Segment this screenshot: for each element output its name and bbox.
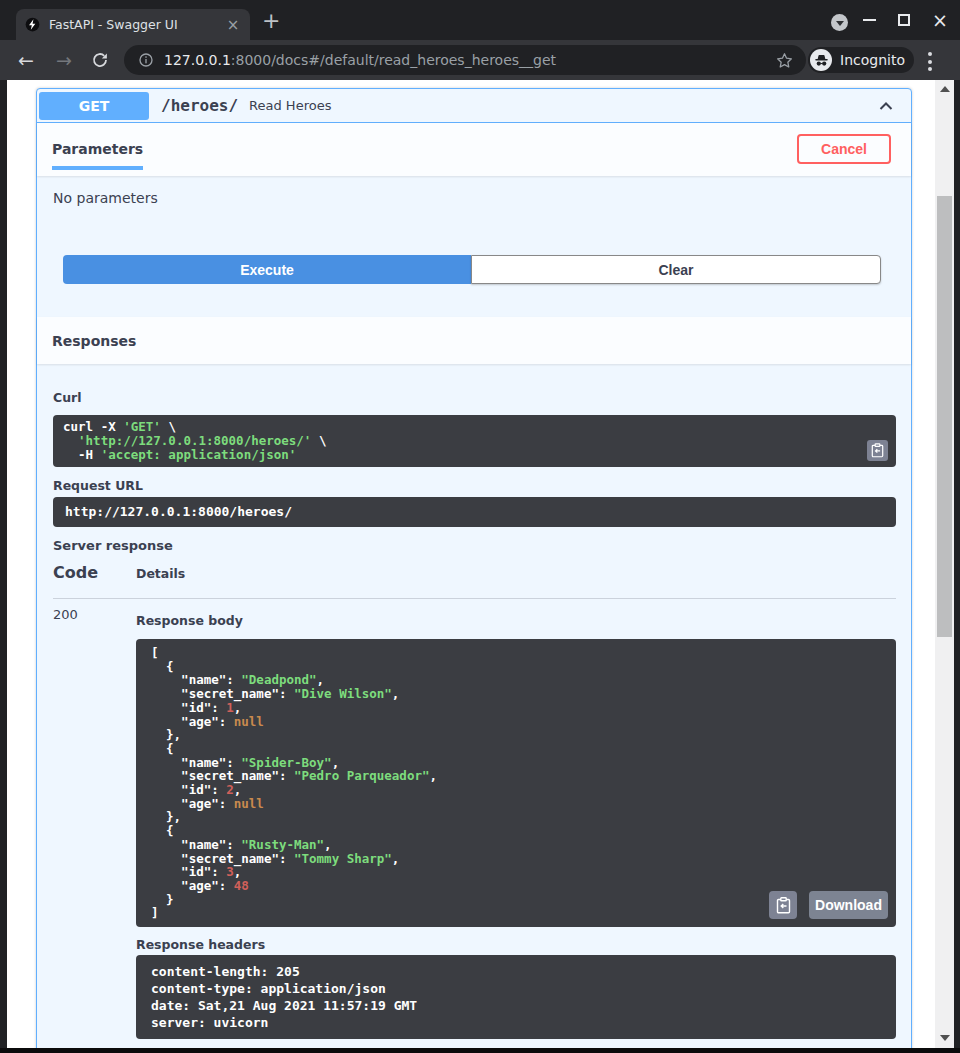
response-row: 200 Response body [ { "name": "Deadpond"… (53, 599, 896, 1039)
info-icon[interactable] (138, 52, 154, 68)
browser-toolbar: ← → 127.0.0.1:8000/docs#/default/read_he… (0, 40, 960, 80)
caret-down-icon (836, 21, 844, 26)
browser-tab[interactable]: FastAPI - Swagger UI × (16, 9, 250, 40)
request-url-block: http://127.0.0.1:8000/heroes/ (53, 497, 896, 527)
operation-summary[interactable]: GET /heroes/ Read Heroes (37, 89, 911, 123)
browser-menu-button[interactable] (928, 52, 932, 71)
clear-button[interactable]: Clear (471, 255, 881, 284)
tab-close-icon[interactable]: × (224, 16, 242, 34)
response-body-json: [ { "name": "Deadpond", "secret_name": "… (151, 646, 881, 920)
response-headers-block: content-length: 205 content-type: applic… (136, 955, 896, 1039)
fastapi-favicon (25, 17, 40, 32)
response-body-label: Response body (136, 613, 896, 628)
reload-button[interactable] (88, 51, 112, 69)
window-right-edge (954, 80, 960, 1048)
response-headers-text: content-length: 205 content-type: applic… (151, 963, 881, 1031)
no-parameters-text: No parameters (53, 190, 895, 206)
swagger-page: GET /heroes/ Read Heroes Parameters Canc… (7, 80, 935, 1048)
clipboard-icon (776, 897, 791, 914)
server-response-label: Server response (53, 538, 896, 553)
window-minimize-button[interactable] (863, 19, 876, 21)
method-badge: GET (39, 92, 149, 120)
curl-command-block: curl -X 'GET' \ 'http://127.0.0.1:8000/h… (53, 415, 896, 467)
reload-icon (91, 51, 109, 69)
operation-description: Read Heroes (249, 98, 876, 113)
request-url-label: Request URL (53, 478, 896, 493)
curl-label: Curl (53, 390, 896, 405)
bookmark-star-icon[interactable] (775, 51, 794, 70)
scrollbar-thumb[interactable] (937, 196, 952, 637)
window-maximize-button[interactable] (898, 14, 910, 26)
status-code: 200 (53, 607, 136, 1039)
download-button[interactable]: Download (809, 891, 888, 919)
code-column-header: Code (53, 563, 136, 582)
forward-button[interactable]: → (52, 49, 76, 71)
browser-titlebar: FastAPI - Swagger UI × + × (0, 0, 960, 40)
copy-response-button[interactable] (769, 891, 797, 919)
address-bar[interactable]: 127.0.0.1:8000/docs#/default/read_heroes… (124, 45, 806, 75)
response-headers-label: Response headers (136, 937, 896, 952)
cancel-button[interactable]: Cancel (797, 134, 891, 164)
clipboard-icon (871, 443, 884, 458)
details-column-header: Details (136, 566, 185, 581)
window-close-button[interactable]: × (932, 11, 948, 30)
responses-header: Responses (37, 317, 911, 364)
url-text[interactable]: 127.0.0.1:8000/docs#/default/read_heroes… (164, 52, 775, 68)
operation-path: /heroes/ (161, 96, 238, 115)
copy-curl-button[interactable] (867, 440, 888, 461)
incognito-badge: Incognito (808, 47, 914, 73)
scrollbar-up-arrow[interactable] (940, 86, 950, 92)
curl-code: curl -X 'GET' \ 'http://127.0.0.1:8000/h… (63, 420, 886, 462)
parameters-header: Parameters Cancel (37, 123, 911, 176)
back-button[interactable]: ← (14, 49, 38, 71)
window-bottom-edge (0, 1048, 960, 1053)
opblock-get-heroes: GET /heroes/ Read Heroes Parameters Canc… (36, 88, 912, 1048)
execute-button[interactable]: Execute (63, 255, 471, 284)
scrollbar-down-arrow[interactable] (940, 1035, 950, 1041)
parameters-tab[interactable]: Parameters (52, 141, 143, 170)
incognito-icon (810, 49, 832, 71)
response-body-block: [ { "name": "Deadpond", "secret_name": "… (136, 639, 896, 927)
page-scrollbar[interactable] (935, 80, 954, 1048)
collapse-chevron-icon[interactable] (876, 96, 896, 116)
tab-search-button[interactable] (831, 14, 848, 31)
response-table-header: Code Details (53, 563, 896, 599)
tab-title: FastAPI - Swagger UI (49, 17, 224, 32)
new-tab-button[interactable]: + (262, 13, 280, 29)
